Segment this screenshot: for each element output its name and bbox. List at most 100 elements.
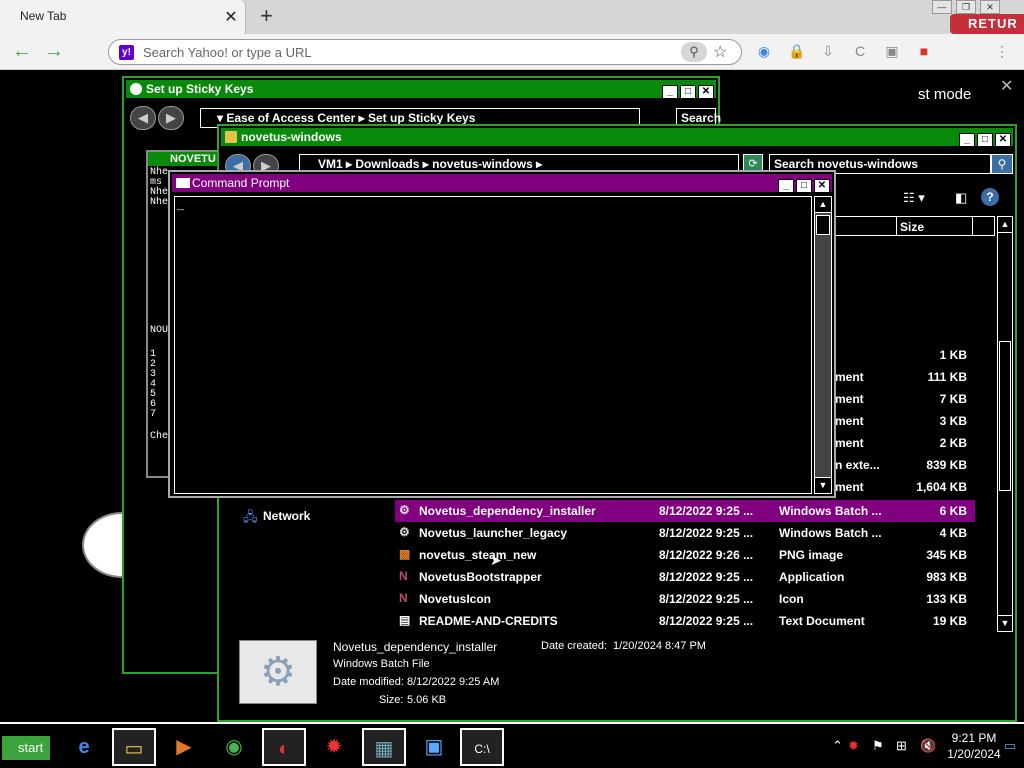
novetus-icon[interactable]: ◐: [262, 728, 306, 766]
extension-shield-icon[interactable]: ◉: [756, 43, 772, 59]
nav-network[interactable]: Network: [263, 509, 310, 523]
partial-row-size: 2 KB: [939, 436, 967, 450]
retu-extension-badge[interactable]: RETUR: [950, 14, 1024, 34]
maximize-button[interactable]: □: [796, 179, 812, 193]
zoom-icon[interactable]: ⚲: [681, 42, 707, 62]
page-close-icon[interactable]: ✕: [1000, 76, 1013, 96]
new-tab-button[interactable]: +: [260, 3, 273, 29]
scroll-down-icon[interactable]: ▼: [815, 477, 831, 493]
scroll-up-icon[interactable]: ▲: [815, 197, 831, 213]
details-size-label: Size:: [379, 694, 404, 706]
file-type: Icon: [779, 592, 804, 606]
file-date: 8/12/2022 9:25 ...: [659, 504, 754, 518]
console-scrollbar[interactable]: ▲ ▼: [814, 196, 832, 494]
puzzle-icon[interactable]: ▣: [884, 43, 900, 59]
minimize-button[interactable]: _: [662, 85, 678, 99]
forward-icon[interactable]: ▶: [158, 106, 184, 130]
scroll-down-icon[interactable]: ▼: [998, 615, 1012, 631]
file-explorer-icon[interactable]: ▭: [112, 728, 156, 766]
start-label: start: [18, 740, 44, 755]
preview-pane-icon[interactable]: ◧: [955, 190, 967, 206]
table-row[interactable]: ⚙ Novetus_dependency_installer 8/12/2022…: [395, 500, 975, 522]
maximize-button[interactable]: □: [977, 133, 993, 147]
start-button[interactable]: start: [2, 736, 50, 760]
novetus-icon-file-icon: N: [399, 591, 408, 605]
scroll-thumb[interactable]: [816, 215, 830, 235]
tab-close-icon[interactable]: ✕: [222, 7, 240, 27]
tray-volume-icon[interactable]: 🔇: [920, 738, 936, 754]
view-options-icon[interactable]: ☷ ▾: [903, 190, 925, 206]
tray-gear-icon[interactable]: ✹: [848, 738, 859, 754]
column-header-size[interactable]: Size: [900, 220, 924, 234]
close-button[interactable]: ✕: [698, 85, 714, 99]
back-button[interactable]: ←: [12, 40, 32, 63]
table-row[interactable]: N NovetusIcon 8/12/2022 9:25 ... Icon 13…: [395, 588, 975, 610]
partial-row-size: 111 KB: [927, 370, 967, 384]
maximize-button[interactable]: □: [680, 85, 696, 99]
file-name: NovetusIcon: [419, 592, 492, 606]
back-icon[interactable]: ◀: [130, 106, 156, 130]
media-player-icon[interactable]: ▶: [162, 728, 206, 766]
close-button[interactable]: ✕: [995, 133, 1011, 147]
file-name: README-AND-CREDITS: [419, 614, 558, 628]
breadcrumb-part[interactable]: VM1: [318, 157, 343, 171]
internet-explorer-icon[interactable]: e: [62, 728, 106, 766]
table-row[interactable]: ▩ novetus_steam_new 8/12/2022 9:26 ... P…: [395, 544, 975, 566]
details-created-label: Date created:: [541, 640, 608, 652]
partial-row-type: ment: [835, 414, 864, 428]
refresh-extension-icon[interactable]: C: [852, 43, 868, 59]
console-output[interactable]: _: [174, 196, 812, 494]
png-image-icon: ▩: [399, 547, 411, 561]
scroll-thumb[interactable]: [999, 341, 1011, 491]
bookmark-star-icon[interactable]: ☆: [713, 42, 727, 62]
show-hidden-icons-icon[interactable]: ⌃: [832, 738, 843, 754]
chrome-icon[interactable]: ◉: [212, 728, 256, 766]
table-row[interactable]: ▤ README-AND-CREDITS 8/12/2022 9:25 ... …: [395, 610, 975, 632]
browser-toolbar: ← → y! Search Yahoo! or type a URL ⚲ ☆ ◉…: [0, 34, 1024, 70]
sticky-keys-title: Set up Sticky Keys: [146, 82, 254, 96]
help-icon[interactable]: ?: [981, 188, 999, 206]
forward-button[interactable]: →: [44, 40, 64, 63]
taskbar-clock[interactable]: 9:21 PM 1/20/2024: [944, 730, 1004, 762]
breadcrumb-part[interactable]: novetus-windows: [432, 157, 533, 171]
search-icon[interactable]: ⚲: [991, 154, 1013, 174]
download-icon[interactable]: ⇩: [820, 43, 836, 59]
minimize-button[interactable]: _: [778, 179, 794, 193]
gear-app-icon[interactable]: ✹: [312, 728, 356, 766]
tab-new-tab[interactable]: New Tab ✕: [0, 0, 246, 34]
minimize-icon[interactable]: —: [932, 0, 952, 14]
close-icon[interactable]: ✕: [980, 0, 1000, 14]
show-desktop-icon[interactable]: ▭: [1004, 738, 1016, 754]
tray-flag-icon[interactable]: ⚑: [872, 738, 884, 754]
remote-desktop-icon[interactable]: ▣: [412, 728, 456, 766]
file-type: Windows Batch ...: [779, 504, 882, 518]
clock-date: 1/20/2024: [947, 747, 1001, 761]
restore-icon[interactable]: ❐: [956, 0, 976, 14]
file-type: Text Document: [779, 614, 865, 628]
address-bar[interactable]: y! Search Yahoo! or type a URL ⚲ ☆: [108, 39, 742, 65]
file-list-scrollbar[interactable]: ▲ ▼: [997, 216, 1013, 632]
page-mode-text: st mode: [918, 86, 972, 103]
partial-row-type: n exte...: [835, 458, 880, 472]
breadcrumb-part[interactable]: Downloads: [355, 157, 419, 171]
file-size: 983 KB: [926, 570, 967, 584]
table-row[interactable]: N NovetusBootstrapper 8/12/2022 9:25 ...…: [395, 566, 975, 588]
tray-network-icon[interactable]: ⊞: [896, 738, 907, 754]
file-list: ⚙ Novetus_dependency_installer 8/12/2022…: [395, 500, 975, 632]
menu-icon[interactable]: ⋮: [994, 43, 1010, 59]
command-prompt-window: Command Prompt _ □ ✕ _ ▲ ▼: [168, 170, 836, 498]
control-panel-icon[interactable]: ▦: [362, 728, 406, 766]
close-button[interactable]: ✕: [814, 179, 830, 193]
details-kind: Windows Batch File: [333, 658, 430, 670]
red-extension-icon[interactable]: ■: [916, 43, 932, 59]
file-date: 8/12/2022 9:25 ...: [659, 614, 754, 628]
partial-row-size: 3 KB: [939, 414, 967, 428]
table-row[interactable]: ⚙ Novetus_launcher_legacy 8/12/2022 9:25…: [395, 522, 975, 544]
network-icon: 🖧: [243, 509, 258, 524]
command-prompt-taskbar-icon[interactable]: C:\: [460, 728, 504, 766]
file-name: Novetus_launcher_legacy: [419, 526, 568, 540]
tab-title: New Tab: [20, 9, 67, 23]
minimize-button[interactable]: _: [959, 133, 975, 147]
scroll-up-icon[interactable]: ▲: [998, 217, 1012, 233]
lock-icon[interactable]: 🔒: [788, 43, 805, 59]
